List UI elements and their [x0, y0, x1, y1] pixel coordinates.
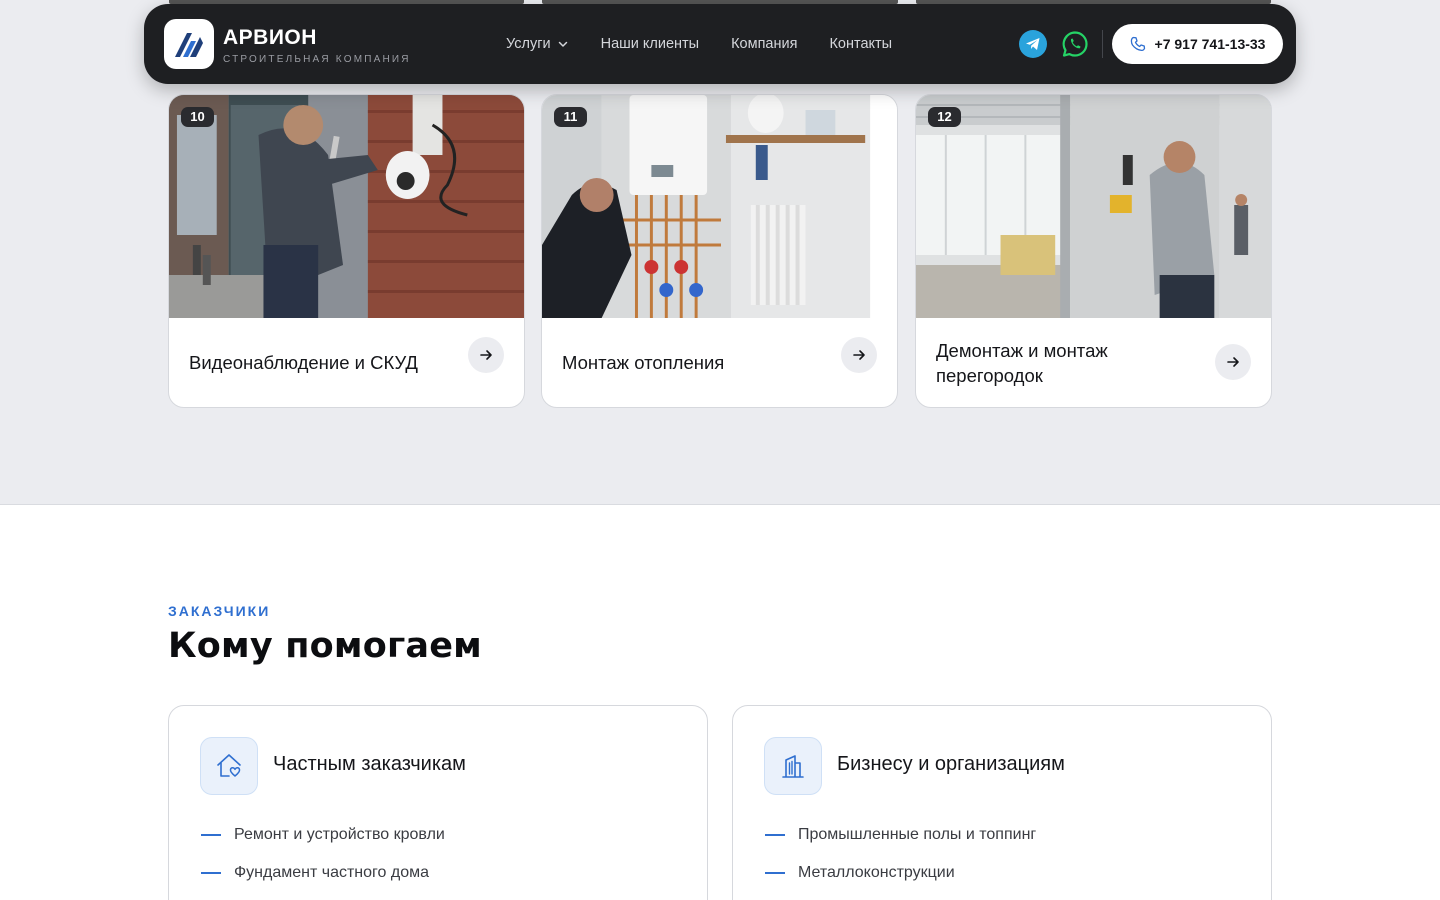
client-card-title: Частным заказчикам	[273, 753, 466, 775]
arrow-right-icon[interactable]	[468, 337, 504, 373]
logo[interactable]	[164, 19, 214, 69]
nav-item-services[interactable]: Услуги	[506, 36, 569, 52]
list-item: Металлоконструкции	[765, 854, 1036, 892]
service-number-badge: 11	[554, 107, 587, 127]
service-photo	[916, 95, 1271, 318]
nav-item-label: Компания	[731, 36, 798, 52]
service-title: Монтаж отопления	[562, 352, 725, 373]
service-card[interactable]: 12 Демонтаж и монтаж перегородок	[915, 94, 1272, 408]
nav-item-label: Наши клиенты	[600, 36, 700, 52]
nav-item-clients[interactable]: Наши клиенты	[601, 36, 700, 52]
list-item-label: Фундамент частного дома	[234, 864, 429, 881]
telegram-icon[interactable]	[1019, 30, 1047, 58]
section-eyebrow: ЗАКАЗЧИКИ	[168, 603, 271, 619]
house-heart-icon	[200, 737, 258, 795]
site-header: АРВИОН СТРОИТЕЛЬНАЯ КОМПАНИЯ Услуги Наши…	[144, 4, 1296, 84]
client-list: Ремонт и устройство кровли Фундамент час…	[201, 816, 445, 892]
service-photo	[169, 95, 524, 318]
logo-mark-icon	[175, 33, 203, 57]
arrow-right-icon[interactable]	[841, 337, 877, 373]
dash-icon	[765, 872, 785, 874]
arrow-right-icon[interactable]	[1215, 344, 1251, 380]
client-list: Промышленные полы и топпинг Металлоконст…	[765, 816, 1036, 892]
nav-item-company[interactable]: Компания	[731, 36, 797, 52]
brand-tagline: СТРОИТЕЛЬНАЯ КОМПАНИЯ	[223, 54, 411, 65]
chevron-down-icon	[558, 41, 567, 47]
service-number-badge: 12	[928, 107, 961, 127]
brand-name: АРВИОН	[223, 26, 317, 49]
client-card-private: Частным заказчикам Ремонт и устройство к…	[168, 705, 708, 900]
service-title: Видеонаблюдение и СКУД	[189, 352, 418, 373]
dash-icon	[201, 872, 221, 874]
list-item-label: Ремонт и устройство кровли	[234, 826, 445, 843]
list-item: Фундамент частного дома	[201, 854, 445, 892]
nav-item-label: Услуги	[506, 36, 551, 52]
phone-number: +7 917 741-13-33	[1154, 36, 1266, 52]
phone-icon	[1130, 36, 1145, 52]
client-card-business: Бизнесу и организациям Промышленные полы…	[732, 705, 1272, 900]
dash-icon	[765, 834, 785, 836]
list-item-label: Металлоконструкции	[798, 864, 955, 881]
list-item: Промышленные полы и топпинг	[765, 816, 1036, 854]
nav-item-contacts[interactable]: Контакты	[829, 36, 892, 52]
client-card-title: Бизнесу и организациям	[837, 753, 1065, 775]
service-photo	[542, 95, 897, 318]
phone-button[interactable]: +7 917 741-13-33	[1112, 24, 1283, 64]
section-title: Кому помогаем	[168, 626, 482, 666]
header-divider	[1102, 30, 1103, 58]
building-icon	[764, 737, 822, 795]
list-item-label: Промышленные полы и топпинг	[798, 826, 1037, 843]
nav-item-label: Контакты	[829, 36, 893, 52]
main-nav: Услуги Наши клиенты Компания Контакты	[506, 4, 892, 84]
service-number-badge: 10	[181, 107, 214, 127]
whatsapp-icon[interactable]	[1061, 30, 1089, 58]
service-card[interactable]: 11 Монтаж отопления	[541, 94, 898, 408]
dash-icon	[201, 834, 221, 836]
service-card[interactable]: 10 Видеонаблюдение и СКУД	[168, 94, 525, 408]
service-title: Демонтаж и монтаж перегородок	[936, 339, 1108, 386]
list-item: Ремонт и устройство кровли	[201, 816, 445, 854]
